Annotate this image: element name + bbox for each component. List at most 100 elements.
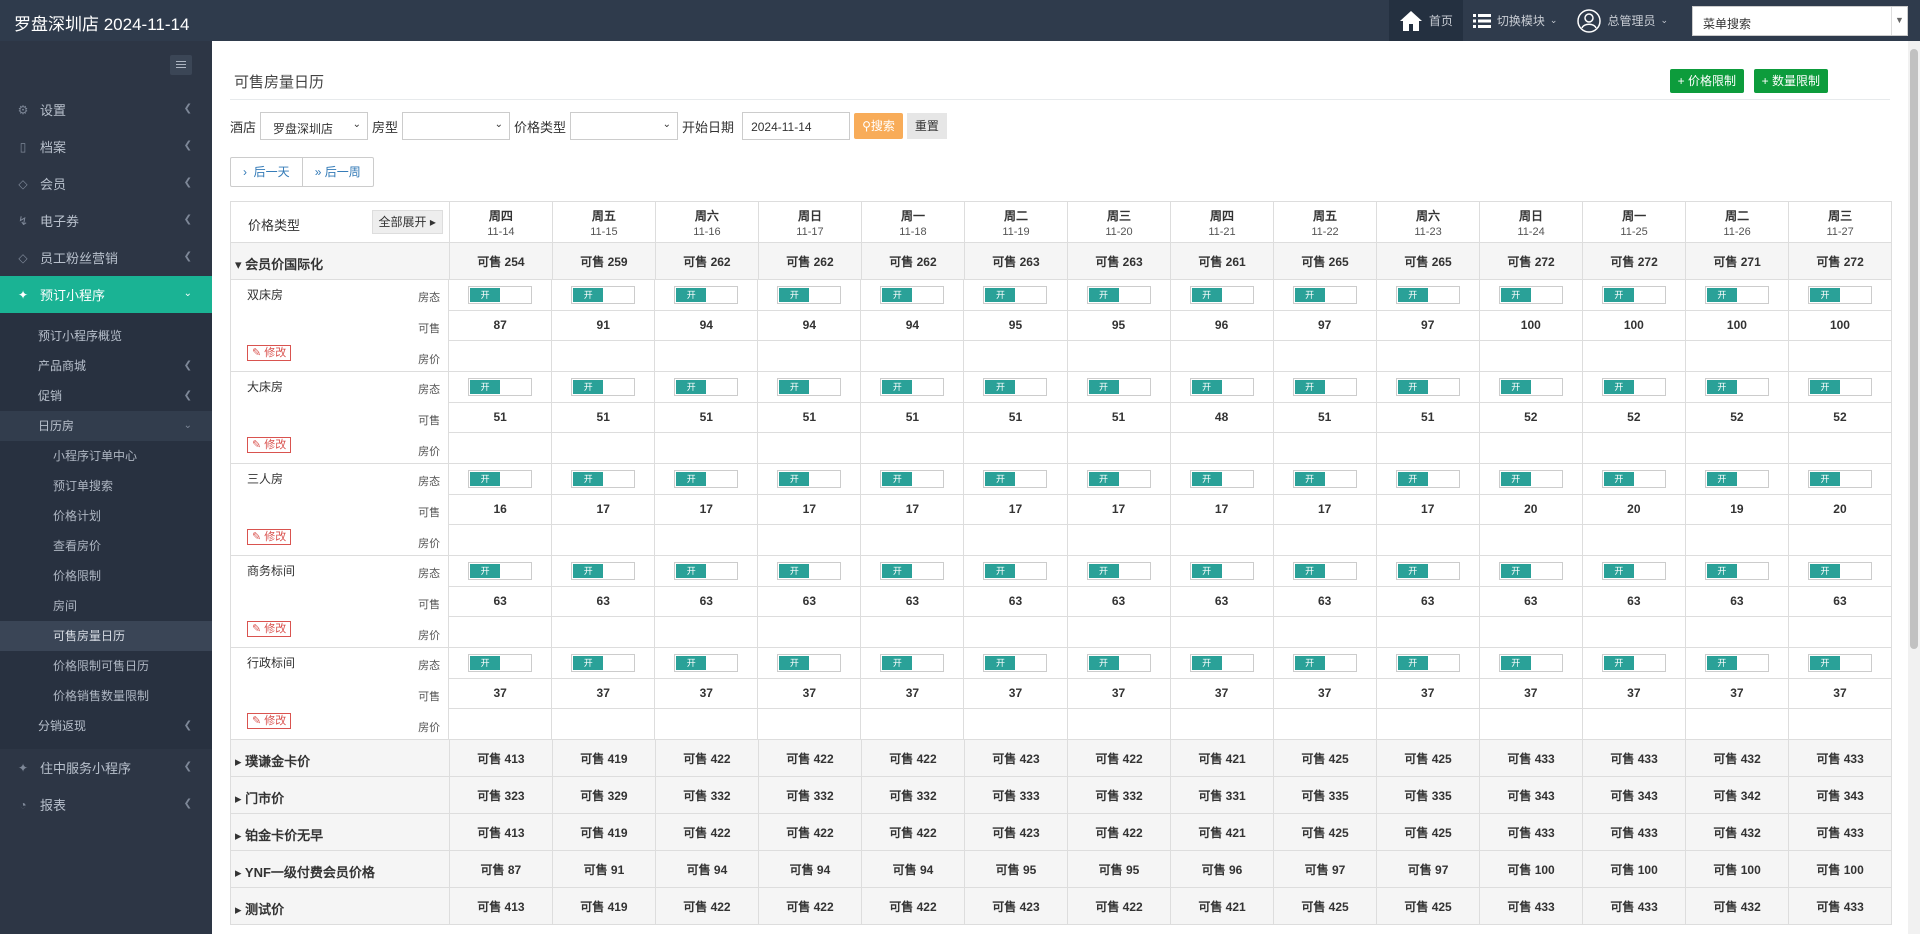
room-price-cell[interactable] [1273,341,1377,372]
sidebar-item-staff-marketing[interactable]: ◇ 员工粉丝营销 ❮ [0,239,212,276]
sidebar-sub-promotion[interactable]: 促销 ❮ [0,381,212,411]
sidebar-sub2-view-rates[interactable]: 查看房价 [0,531,212,561]
room-price-cell[interactable] [1376,525,1480,556]
room-price-cell[interactable] [1170,433,1274,464]
room-price-cell[interactable] [1376,341,1480,372]
room-status-toggle[interactable]: 开 [571,377,636,396]
room-price-cell[interactable] [861,525,965,556]
room-status-toggle[interactable]: 开 [777,561,842,580]
room-status-toggle[interactable]: 开 [674,377,739,396]
room-price-cell[interactable] [1788,617,1892,648]
room-status-toggle[interactable]: 开 [1704,653,1769,672]
room-price-cell[interactable] [552,709,656,740]
room-status-toggle[interactable]: 开 [1189,561,1254,580]
room-status-toggle[interactable]: 开 [1292,469,1357,488]
room-status-toggle[interactable]: 开 [1292,285,1357,304]
sidebar-sub2-order-search[interactable]: 预订单搜索 [0,471,212,501]
room-status-toggle[interactable]: 开 [1498,285,1563,304]
room-status-toggle[interactable]: 开 [983,377,1048,396]
room-price-cell[interactable] [1067,341,1171,372]
room-type-select[interactable]: ⌄ [402,112,511,140]
sidebar-item-reports[interactable]: ◔ 报表 ❮ [0,786,212,823]
sidebar-item-member[interactable]: ◇ 会员 ❮ [0,165,212,202]
room-status-toggle[interactable]: 开 [1807,285,1872,304]
room-price-cell[interactable] [1788,433,1892,464]
room-status-toggle[interactable]: 开 [983,285,1048,304]
room-status-toggle[interactable]: 开 [1086,469,1151,488]
room-price-cell[interactable] [449,617,553,648]
room-price-cell[interactable] [964,525,1068,556]
sidebar-sub-overview[interactable]: 预订小程序概览 [0,321,212,351]
hotel-select[interactable]: 罗盘深圳店 ⌄ [260,112,369,140]
room-price-cell[interactable] [1273,525,1377,556]
room-status-toggle[interactable]: 开 [468,561,533,580]
hamburger-icon[interactable] [170,55,192,75]
price-group-toggle[interactable]: ▸ 门市价 [231,777,450,814]
room-price-cell[interactable] [861,433,965,464]
room-status-toggle[interactable]: 开 [1086,285,1151,304]
room-status-toggle[interactable]: 开 [880,377,945,396]
room-price-cell[interactable] [861,341,965,372]
edit-button[interactable]: ✎ 修改 [247,621,292,637]
next-day-button[interactable]: › 后一天 [231,158,302,186]
room-price-cell[interactable] [552,433,656,464]
room-status-toggle[interactable]: 开 [468,285,533,304]
room-price-cell[interactable] [1067,525,1171,556]
room-status-toggle[interactable]: 开 [674,653,739,672]
room-price-cell[interactable] [1273,709,1377,740]
room-status-toggle[interactable]: 开 [571,653,636,672]
room-price-cell[interactable] [655,709,759,740]
next-week-button[interactable]: » 后一周 [301,158,373,186]
room-status-toggle[interactable]: 开 [1601,285,1666,304]
room-price-cell[interactable] [758,709,862,740]
room-status-toggle[interactable]: 开 [571,469,636,488]
room-price-cell[interactable] [1170,341,1274,372]
room-status-toggle[interactable]: 开 [1086,377,1151,396]
room-status-toggle[interactable]: 开 [983,653,1048,672]
room-price-cell[interactable] [1582,709,1686,740]
room-status-toggle[interactable]: 开 [983,561,1048,580]
room-price-cell[interactable] [1170,525,1274,556]
room-status-toggle[interactable]: 开 [777,653,842,672]
room-price-cell[interactable] [1685,341,1789,372]
room-status-toggle[interactable]: 开 [1807,653,1872,672]
room-status-toggle[interactable]: 开 [468,653,533,672]
room-price-cell[interactable] [861,617,965,648]
room-price-cell[interactable] [449,433,553,464]
menu-search-select[interactable]: 菜单搜索 ▼ [1692,5,1908,36]
room-price-cell[interactable] [655,617,759,648]
room-status-toggle[interactable]: 开 [880,469,945,488]
room-price-cell[interactable] [1376,709,1480,740]
sidebar-sub2-availability-calendar[interactable]: 可售房量日历 [0,621,212,651]
room-status-toggle[interactable]: 开 [880,653,945,672]
room-status-toggle[interactable]: 开 [1498,561,1563,580]
room-status-toggle[interactable]: 开 [1704,377,1769,396]
price-group-toggle[interactable]: ▸ 测试价 [231,888,450,925]
price-type-select[interactable]: ⌄ [570,112,679,140]
price-group-toggle[interactable]: ▸ 璞谦金卡价 [231,740,450,777]
room-status-toggle[interactable]: 开 [1704,561,1769,580]
reset-button[interactable]: 重置 [906,113,947,139]
room-price-cell[interactable] [1067,617,1171,648]
room-status-toggle[interactable]: 开 [1601,377,1666,396]
sidebar-item-booking-miniprogram[interactable]: ✦ 预订小程序 ⌄ [0,276,212,313]
room-status-toggle[interactable]: 开 [1498,469,1563,488]
room-price-cell[interactable] [758,341,862,372]
room-price-cell[interactable] [1273,617,1377,648]
room-status-toggle[interactable]: 开 [1807,469,1872,488]
room-price-cell[interactable] [1273,433,1377,464]
room-status-toggle[interactable]: 开 [674,469,739,488]
quantity-limit-button[interactable]: + 数量限制 [1753,69,1828,93]
room-status-toggle[interactable]: 开 [571,561,636,580]
room-price-cell[interactable] [1788,525,1892,556]
room-price-cell[interactable] [655,525,759,556]
room-status-toggle[interactable]: 开 [983,469,1048,488]
room-price-cell[interactable] [1376,433,1480,464]
room-price-cell[interactable] [964,341,1068,372]
edit-button[interactable]: ✎ 修改 [247,345,292,361]
room-price-cell[interactable] [1788,709,1892,740]
home-link[interactable]: 首页 [1388,0,1463,41]
room-status-toggle[interactable]: 开 [1498,653,1563,672]
room-price-cell[interactable] [449,525,553,556]
sidebar-item-archive[interactable]: ▯ 档案 ❮ [0,128,212,165]
